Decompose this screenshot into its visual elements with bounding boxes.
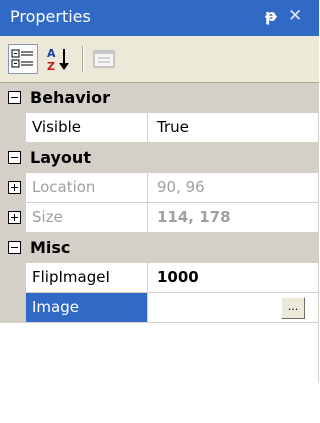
category-label: Layout — [30, 148, 91, 167]
property-value[interactable]: 114, 178 — [149, 203, 319, 232]
property-value[interactable]: 1000 — [149, 263, 319, 292]
property-pages-button[interactable] — [90, 44, 120, 74]
property-value[interactable]: True — [149, 113, 319, 142]
property-name: FlipImageI — [26, 263, 148, 292]
collapse-icon[interactable] — [8, 151, 21, 164]
properties-panel: Properties ᵽ ✕ A Z Behavior Visible True… — [0, 0, 319, 423]
property-row-location[interactable]: Location 90, 96 — [0, 173, 319, 203]
property-row-flipimage[interactable]: FlipImageI 1000 — [0, 263, 319, 293]
collapse-icon[interactable] — [8, 241, 21, 254]
panel-title: Properties — [10, 7, 91, 26]
property-name: Image — [26, 293, 148, 322]
pin-icon[interactable]: ᵽ — [265, 6, 277, 25]
property-pages-icon — [93, 50, 115, 68]
alphabetical-button[interactable]: A Z — [44, 44, 74, 74]
property-name: Location — [26, 173, 148, 202]
property-name: Visible — [26, 113, 148, 142]
property-value[interactable]: 90, 96 — [149, 173, 319, 202]
expand-icon[interactable] — [8, 181, 21, 194]
category-layout[interactable]: Layout — [0, 143, 319, 173]
categorized-button[interactable] — [8, 44, 38, 74]
property-name: Size — [26, 203, 148, 232]
browse-button[interactable]: ... — [281, 297, 305, 319]
property-row-image[interactable]: Image ... — [0, 293, 319, 323]
category-label: Behavior — [30, 88, 111, 107]
toolbar-separator — [82, 46, 84, 72]
category-label: Misc — [30, 238, 71, 257]
property-grid: Behavior Visible True Layout Location 90… — [0, 83, 319, 323]
property-row-size[interactable]: Size 114, 178 — [0, 203, 319, 233]
title-bar: Properties ᵽ ✕ — [0, 0, 319, 36]
expand-icon[interactable] — [8, 211, 21, 224]
svg-text:Z: Z — [47, 60, 55, 73]
category-behavior[interactable]: Behavior — [0, 83, 319, 113]
toolbar: A Z — [0, 36, 319, 83]
collapse-icon[interactable] — [8, 91, 21, 104]
category-misc[interactable]: Misc — [0, 233, 319, 263]
alphabetical-icon: A Z — [47, 47, 69, 73]
categorized-icon — [11, 49, 33, 68]
close-icon[interactable]: ✕ — [288, 6, 302, 26]
svg-text:A: A — [47, 47, 56, 60]
property-row-visible[interactable]: Visible True — [0, 113, 319, 143]
